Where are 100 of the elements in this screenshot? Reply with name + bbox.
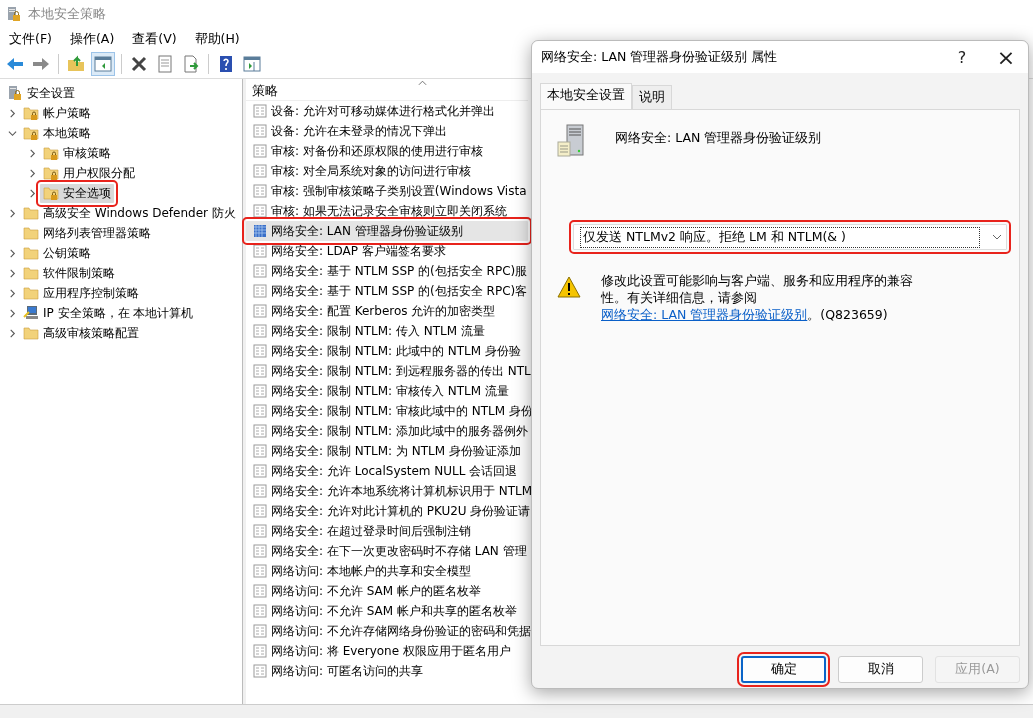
tree-item[interactable]: IP 安全策略，在 本地计算机 xyxy=(20,303,197,323)
collapsed-chevron-icon[interactable] xyxy=(7,108,17,118)
column-header[interactable]: 策略 xyxy=(246,79,528,101)
policy-icon xyxy=(252,203,268,219)
policy-icon xyxy=(252,343,268,359)
folder-icon xyxy=(23,245,39,261)
locked-folder-icon xyxy=(43,185,59,201)
policy-icon xyxy=(252,523,268,539)
policy-link[interactable]: 网络安全: LAN 管理器身份验证级别 xyxy=(601,307,808,322)
folder-icon xyxy=(23,325,39,341)
policy-row[interactable]: 网络安全: 在超过登录时间后强制注销 xyxy=(246,521,471,541)
folder-icon xyxy=(23,205,39,221)
policy-icon xyxy=(252,643,268,659)
tree-item[interactable]: 软件限制策略 xyxy=(20,263,118,283)
policy-row[interactable]: 网络安全: 基于 NTLM SSP 的(包括安全 RPC)服 xyxy=(246,261,528,281)
policy-icon xyxy=(252,463,268,479)
policy-row[interactable]: 设备: 允许对可移动媒体进行格式化并弹出 xyxy=(246,101,495,121)
locked-folder-icon xyxy=(43,145,59,161)
tab[interactable]: 说明 xyxy=(632,85,672,109)
tree-item[interactable]: 帐户策略 xyxy=(20,103,94,123)
folder-icon xyxy=(23,285,39,301)
menu-item[interactable]: 帮助(H) xyxy=(194,30,240,48)
collapsed-chevron-icon[interactable] xyxy=(7,208,17,218)
tab[interactable]: 本地安全设置 xyxy=(540,83,632,109)
collapsed-chevron-icon[interactable] xyxy=(27,148,37,158)
policy-icon xyxy=(252,623,268,639)
policy-row[interactable]: 网络安全: 在下一次更改密码时不存储 LAN 管理 xyxy=(246,541,527,561)
tree-item[interactable]: 应用程序控制策略 xyxy=(20,283,142,303)
policy-row[interactable]: 审核: 如果无法记录安全审核则立即关闭系统 xyxy=(246,201,507,221)
policy-row[interactable]: 网络访问: 不允许 SAM 帐户的匿名枚举 xyxy=(246,581,481,601)
policy-icon xyxy=(252,243,268,259)
policy-row[interactable]: 网络安全: 允许 LocalSystem NULL 会话回退 xyxy=(246,461,518,481)
sort-caret-icon xyxy=(418,80,427,86)
dialog-button[interactable]: 取消 xyxy=(838,656,923,683)
warning-text: 修改此设置可能影响与客户端、服务和应用程序的兼容性。有关详细信息，请参阅 网络安全: LAN 管理器身份验证级别。(Q823659) xyxy=(601,272,914,323)
policy-row[interactable]: 审核: 对全局系统对象的访问进行审核 xyxy=(246,161,471,181)
policy-row[interactable]: 网络访问: 不允许存储网络身份验证的密码和凭据 xyxy=(246,621,531,641)
collapsed-chevron-icon[interactable] xyxy=(7,308,17,318)
collapsed-chevron-icon[interactable] xyxy=(7,288,17,298)
caret-icon xyxy=(992,234,1002,240)
policy-icon xyxy=(252,663,268,679)
tree-item[interactable]: 本地策略 xyxy=(20,123,94,143)
policy-row[interactable]: 网络访问: 本地帐户的共享和安全模型 xyxy=(246,561,471,581)
policy-icon xyxy=(252,403,268,419)
policy-row[interactable]: 网络安全: 配置 Kerberos 允许的加密类型 xyxy=(246,301,496,321)
close-button[interactable]: × xyxy=(984,42,1028,72)
policy-icon xyxy=(252,503,268,519)
tree-item[interactable]: 公钥策略 xyxy=(20,243,94,263)
policy-icon xyxy=(252,363,268,379)
tree-item[interactable]: 高级安全 Windows Defender 防火 xyxy=(20,203,239,223)
collapsed-chevron-icon[interactable] xyxy=(7,248,17,258)
policy-row[interactable]: 网络安全: LDAP 客户端签名要求 xyxy=(246,241,446,261)
locked-folder-icon xyxy=(43,165,59,181)
folder-icon xyxy=(23,225,39,241)
policy-row[interactable]: 网络安全: 限制 NTLM: 此域中的 NTLM 身份验 xyxy=(246,341,521,361)
policy-row[interactable]: 设备: 允许在未登录的情况下弹出 xyxy=(246,121,447,141)
policy-row[interactable]: 审核: 强制审核策略子类别设置(Windows Vista xyxy=(246,181,527,201)
dialog-title: 网络安全: LAN 管理器身份验证级别 属性 xyxy=(541,48,779,66)
policy-row[interactable]: 网络安全: 限制 NTLM: 传入 NTLM 流量 xyxy=(246,321,485,341)
computer-icon xyxy=(23,305,39,321)
policy-icon xyxy=(252,483,268,499)
collapsed-chevron-icon[interactable] xyxy=(7,268,17,278)
policy-icon xyxy=(252,103,268,119)
tree-item[interactable]: 审核策略 xyxy=(40,143,114,163)
collapsed-chevron-icon[interactable] xyxy=(7,328,17,338)
checkered-policy-icon xyxy=(252,223,268,239)
policy-row[interactable]: 网络安全: 限制 NTLM: 到远程服务器的传出 NTL xyxy=(246,361,531,381)
policy-row[interactable]: 网络安全: 基于 NTLM SSP 的(包括安全 RPC)客 xyxy=(246,281,528,301)
policy-row[interactable]: 网络安全: 限制 NTLM: 为 NTLM 身份验证添加 xyxy=(246,441,521,461)
menu-item[interactable]: 查看(V) xyxy=(132,30,177,48)
collapsed-chevron-icon[interactable] xyxy=(27,168,37,178)
expanded-chevron-icon[interactable] xyxy=(7,128,17,138)
tree-item[interactable]: 网络列表管理器策略 xyxy=(20,223,154,243)
policy-row[interactable]: 审核: 对备份和还原权限的使用进行审核 xyxy=(246,141,483,161)
policy-icon xyxy=(252,163,268,179)
policy-row[interactable]: 网络访问: 可匿名访问的共享 xyxy=(246,661,423,681)
policy-row[interactable]: 网络安全: 限制 NTLM: 添加此域中的服务器例外 xyxy=(246,421,528,441)
policy-row[interactable]: 网络访问: 不允许 SAM 帐户和共享的匿名枚举 xyxy=(246,601,517,621)
help-button[interactable]: ? xyxy=(940,42,984,72)
policy-row[interactable]: 网络访问: 将 Everyone 权限应用于匿名用户 xyxy=(246,641,511,661)
policy-icon xyxy=(252,563,268,579)
tree-item[interactable]: 高级审核策略配置 xyxy=(20,323,142,343)
tree-item[interactable]: 安全设置 xyxy=(4,83,78,103)
policy-icon xyxy=(252,143,268,159)
policy-icon xyxy=(252,283,268,299)
menu-item[interactable]: 文件(F) xyxy=(9,30,52,48)
policy-icon xyxy=(252,303,268,319)
policy-name: 网络安全: LAN 管理器身份验证级别 xyxy=(615,129,822,147)
menu-item[interactable]: 操作(A) xyxy=(69,30,115,48)
policy-row[interactable]: 网络安全: 允许本地系统将计算机标识用于 NTLM xyxy=(246,481,533,501)
policy-row[interactable]: 网络安全: 允许对此计算机的 PKU2U 身份验证请 xyxy=(246,501,531,521)
action-pane-icon[interactable] xyxy=(241,53,263,75)
policy-icon xyxy=(252,423,268,439)
policy-icon xyxy=(252,383,268,399)
tree-item[interactable]: 用户权限分配 xyxy=(40,163,138,183)
policy-row[interactable]: 网络安全: 限制 NTLM: 审核此域中的 NTLM 身份 xyxy=(246,401,533,421)
policy-icon xyxy=(252,543,268,559)
tree-pane-icon[interactable] xyxy=(91,52,115,76)
policy-row[interactable]: 网络安全: 限制 NTLM: 审核传入 NTLM 流量 xyxy=(246,381,509,401)
collapsed-chevron-icon[interactable] xyxy=(27,188,37,198)
